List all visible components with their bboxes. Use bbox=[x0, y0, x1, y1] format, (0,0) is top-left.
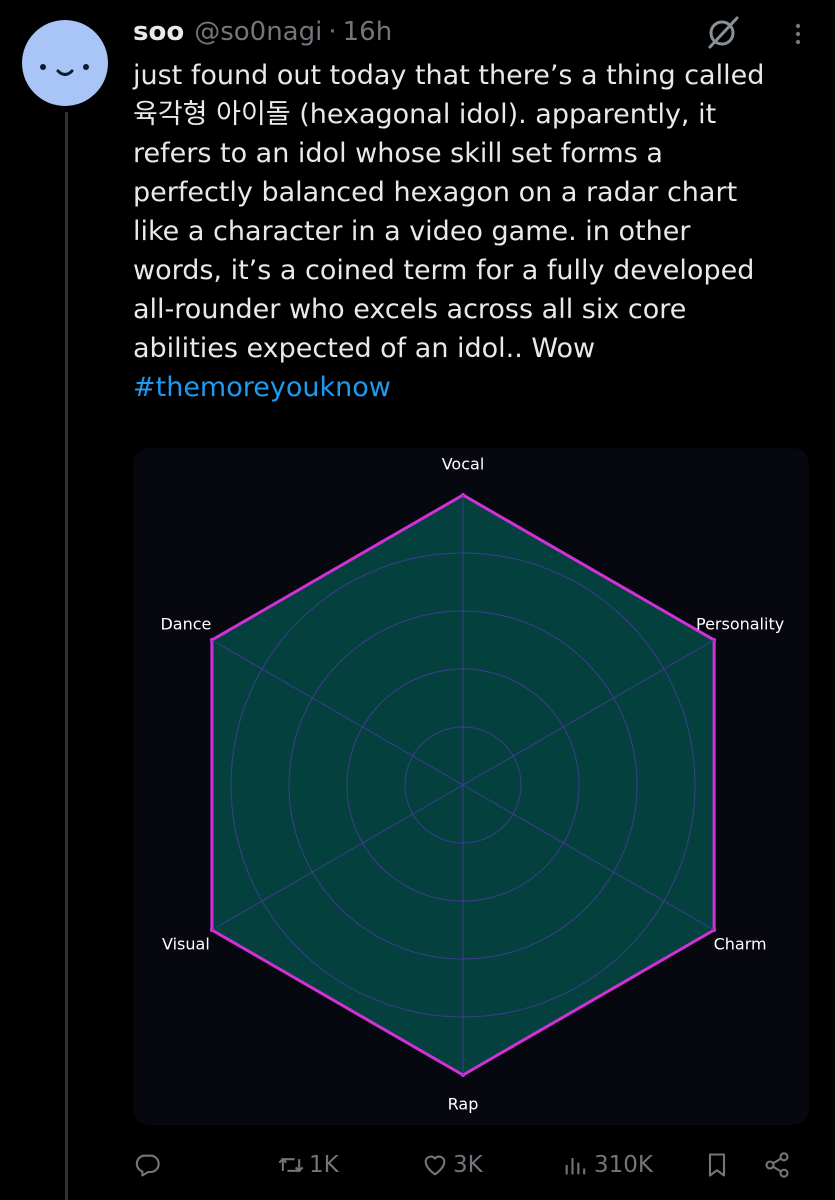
radar-axis-label: Personality bbox=[696, 615, 784, 634]
views-count: 310K bbox=[594, 1152, 653, 1178]
radar-axis-label: Vocal bbox=[442, 455, 485, 474]
like-button[interactable]: 3K bbox=[421, 1143, 483, 1187]
display-name[interactable]: soo bbox=[133, 17, 184, 47]
radar-axis-label: Rap bbox=[448, 1095, 479, 1114]
repost-button[interactable]: 1K bbox=[277, 1143, 339, 1187]
tweet-text-line: like a character in a video game. in oth… bbox=[133, 216, 691, 247]
radar-vertex-point bbox=[209, 928, 214, 932]
like-count: 3K bbox=[453, 1152, 483, 1178]
tweet-text-line: 육각형 아이돌 (hexagonal idol). apparently, it bbox=[133, 99, 717, 130]
tweet-text-line: words, it’s a coined term for a fully de… bbox=[133, 255, 755, 286]
tweet-text-line: abilities expected of an idol.. Wow bbox=[133, 333, 596, 364]
separator-dot: · bbox=[328, 17, 337, 47]
tweet-text-line: just found out today that there’s a thin… bbox=[133, 60, 765, 91]
thread-line bbox=[65, 112, 68, 1200]
avatar[interactable] bbox=[22, 20, 108, 106]
hashtag-link[interactable]: #themoreyouknow bbox=[133, 368, 813, 407]
views-icon bbox=[565, 1158, 586, 1175]
radar-axis-label: Visual bbox=[162, 935, 210, 954]
action-bar: 1K 3K 310K bbox=[133, 1143, 803, 1187]
tweet: soo @so0nagi · 16h just found out today … bbox=[0, 0, 835, 1200]
radar-axis-label: Dance bbox=[160, 615, 211, 634]
grok-icon[interactable] bbox=[704, 15, 740, 51]
timestamp[interactable]: 16h bbox=[343, 17, 393, 47]
smiley-face-icon bbox=[40, 64, 89, 76]
repost-count: 1K bbox=[309, 1152, 339, 1178]
radar-chart: Vocal Personality Charm Rap Visual Dance bbox=[160, 455, 784, 1114]
views-button[interactable]: 310K bbox=[562, 1143, 653, 1187]
more-options-icon[interactable] bbox=[786, 22, 810, 46]
reply-button[interactable] bbox=[133, 1143, 165, 1187]
reply-icon bbox=[135, 1154, 160, 1177]
radar-axis-label: Charm bbox=[714, 935, 767, 954]
tweet-text-line: all-rounder who excels across all six co… bbox=[133, 294, 687, 325]
heart-icon bbox=[424, 1155, 446, 1176]
repost-icon bbox=[278, 1157, 304, 1173]
radar-vertex-point bbox=[209, 638, 214, 642]
tweet-text: just found out today that there’s a thin… bbox=[133, 56, 813, 407]
media-image[interactable]: Vocal Personality Charm Rap Visual Dance bbox=[133, 448, 809, 1125]
bookmark-icon bbox=[708, 1153, 726, 1177]
user-handle[interactable]: @so0nagi bbox=[194, 17, 322, 47]
tweet-text-line: perfectly balanced hexagon on a radar ch… bbox=[133, 177, 738, 208]
tweet-header: soo @so0nagi · 16h bbox=[133, 14, 392, 50]
share-icon bbox=[765, 1152, 789, 1178]
tweet-text-line: refers to an idol whose skill set forms … bbox=[133, 138, 663, 169]
bookmark-button[interactable] bbox=[703, 1143, 731, 1187]
share-button[interactable] bbox=[763, 1143, 791, 1187]
